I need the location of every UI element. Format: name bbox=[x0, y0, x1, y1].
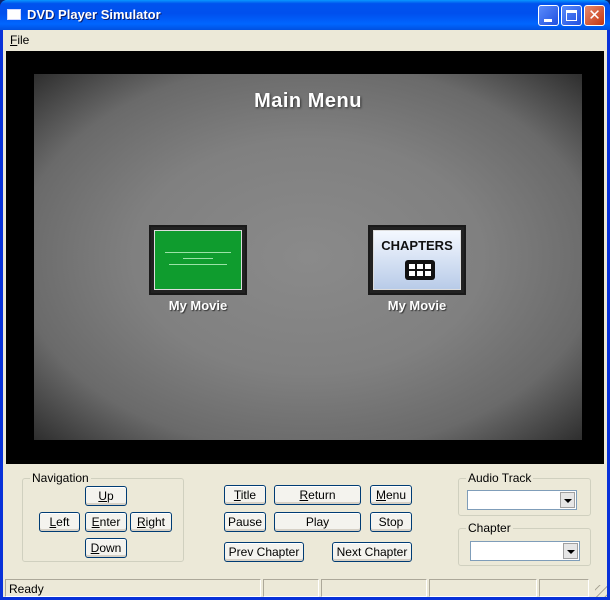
status-panel-main: Ready bbox=[5, 579, 261, 597]
status-panel bbox=[539, 579, 589, 597]
status-panel bbox=[263, 579, 319, 597]
chapters-grid-icon bbox=[405, 260, 435, 280]
maximize-icon bbox=[566, 10, 577, 21]
menu-button[interactable]: Menu bbox=[370, 485, 412, 505]
movie-thumbnail-image bbox=[154, 230, 242, 290]
prev-chapter-button[interactable]: Prev Chapter bbox=[224, 542, 304, 562]
audio-track-select[interactable] bbox=[467, 490, 577, 510]
chapter-select[interactable] bbox=[470, 541, 580, 561]
right-button[interactable]: Right bbox=[130, 512, 172, 532]
menu-file[interactable]: File bbox=[10, 33, 29, 47]
left-button[interactable]: Left bbox=[39, 512, 80, 532]
close-button[interactable]: ✕ bbox=[584, 5, 605, 26]
chapters-label: CHAPTERS bbox=[381, 238, 453, 253]
title-button[interactable]: Title bbox=[224, 485, 266, 505]
navigation-legend: Navigation bbox=[30, 471, 91, 485]
status-bar: Ready bbox=[3, 579, 607, 597]
title-bar[interactable]: DVD Player Simulator ✕ bbox=[0, 0, 610, 30]
pause-button[interactable]: Pause bbox=[224, 512, 266, 532]
close-icon: ✕ bbox=[588, 6, 601, 24]
movie-thumbnail[interactable] bbox=[149, 225, 247, 295]
status-panel bbox=[321, 579, 427, 597]
movie-caption[interactable]: My Movie bbox=[133, 298, 263, 313]
chapters-thumbnail[interactable]: CHAPTERS bbox=[368, 225, 466, 295]
stop-button[interactable]: Stop bbox=[370, 512, 412, 532]
resize-grip-icon[interactable] bbox=[595, 585, 607, 597]
dropdown-arrow-icon[interactable] bbox=[560, 492, 575, 508]
dvd-menu-screen: Main Menu My Movie CHAPTERS My Movie bbox=[34, 74, 582, 440]
up-button[interactable]: Up bbox=[85, 486, 127, 506]
chapter-legend: Chapter bbox=[466, 521, 513, 535]
next-chapter-button[interactable]: Next Chapter bbox=[332, 542, 412, 562]
status-panel bbox=[429, 579, 537, 597]
audio-track-legend: Audio Track bbox=[466, 471, 534, 485]
return-button[interactable]: Return bbox=[274, 485, 361, 505]
video-display[interactable]: Main Menu My Movie CHAPTERS My Movie bbox=[6, 51, 604, 464]
enter-button[interactable]: Enter bbox=[85, 512, 127, 532]
dvd-menu-title: Main Menu bbox=[254, 90, 362, 112]
maximize-button[interactable] bbox=[561, 5, 582, 26]
chapters-thumbnail-image: CHAPTERS bbox=[373, 230, 461, 290]
app-icon bbox=[7, 9, 21, 20]
menu-bar: File bbox=[3, 30, 607, 50]
window-title: DVD Player Simulator bbox=[27, 7, 161, 22]
app-window: DVD Player Simulator ✕ File Main Menu My… bbox=[0, 0, 610, 600]
status-text: Ready bbox=[9, 582, 44, 596]
minimize-button[interactable] bbox=[538, 5, 559, 26]
dropdown-arrow-icon[interactable] bbox=[563, 543, 578, 559]
play-button[interactable]: Play bbox=[274, 512, 361, 532]
minimize-icon bbox=[544, 19, 552, 22]
down-button[interactable]: Down bbox=[85, 538, 127, 558]
chapters-caption[interactable]: My Movie bbox=[352, 298, 482, 313]
